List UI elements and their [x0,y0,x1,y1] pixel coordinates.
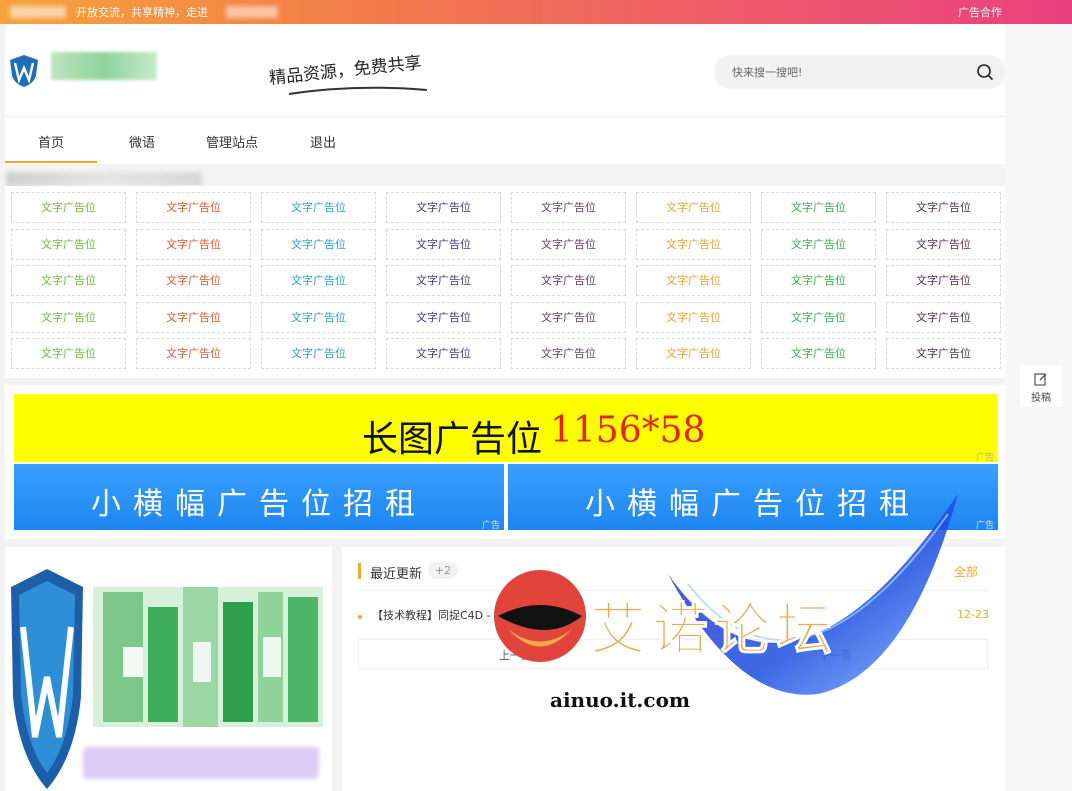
long-banner-size: 1156*58 [550,410,706,451]
blurred-notice [6,172,202,186]
text-ad-slot[interactable]: 文字广告位 [511,338,626,369]
bullet-dot [358,615,362,619]
text-ad-slot[interactable]: 文字广告位 [636,338,751,369]
text-ad-slot[interactable]: 文字广告位 [886,228,1001,260]
text-ad-slot[interactable]: 文字广告位 [511,192,626,223]
text-ad-grid: 文字广告位 文字广告位 文字广告位 文字广告位 文字广告位 文字广告位 文字广告位 文字广告位… [5,186,1005,378]
text-ad-slot[interactable]: 文字广告位 [261,192,376,223]
text-ad-slot[interactable]: 文字广告位 [136,265,251,296]
blurred-caption [83,747,319,779]
right-gutter [1005,24,1072,791]
text-ad-slot[interactable]: 文字广告位 [136,192,251,223]
text-ad-slot[interactable]: 文字广告位 [761,265,876,296]
slogan-image: 精品资源，免费共享 [268,53,428,95]
prev-page-button[interactable]: 上一页 [499,647,532,663]
recent-item-date: 12-23 [957,608,989,621]
text-ad-slot[interactable]: 文字广告位 [386,228,501,260]
text-ad-slot[interactable]: 文字广告位 [886,192,1001,223]
recent-updates-card: 最近更新 +2 全部 【技术教程】同捉C4D - PS潮流海报系列课 12-23… [342,547,1005,791]
forum-watermark-url: ainuo.it.com [550,688,691,712]
text-ad-slot[interactable]: 文字广告位 [761,338,876,369]
small-banner-ad-left[interactable]: 小横幅广告位招租 广告 [14,464,504,530]
long-banner-ad[interactable]: 长图广告位 1156*58 广告 [14,394,998,463]
text-ad-slot[interactable]: 文字广告位 [261,228,376,260]
text-ad-slot[interactable]: 文字广告位 [761,228,876,260]
small-banner-text: 小横幅广告位招租 [585,487,921,522]
text-ad-slot[interactable]: 文字广告位 [636,192,751,223]
small-banner-ad-right[interactable]: 小横幅广告位招租 广告 [508,464,998,530]
profile-card [5,547,332,791]
recent-title: 最近更新 [370,567,423,582]
text-ad-slot[interactable]: 文字广告位 [11,192,126,223]
text-ad-slot[interactable]: 文字广告位 [511,265,626,296]
text-ad-slot[interactable]: 文字广告位 [136,301,251,333]
edit-icon [1034,373,1047,386]
text-ad-slot[interactable]: 文字广告位 [636,265,751,296]
small-banner-text: 小横幅广告位招租 [91,487,427,522]
text-ad-slot[interactable]: 文字广告位 [11,265,126,296]
ad-cooperation-link[interactable]: 广告合作 [958,4,1002,20]
text-ad-slot[interactable]: 文字广告位 [386,192,501,223]
big-logo-shield-icon [11,569,83,789]
view-all-link[interactable]: 全部 [954,563,978,580]
text-ad-slot[interactable]: 文字广告位 [636,301,751,333]
text-ad-slot[interactable]: 文字广告位 [511,301,626,333]
text-ad-slot[interactable]: 文字广告位 [261,338,376,369]
text-ad-slot[interactable]: 文字广告位 [11,338,126,369]
text-ad-slot[interactable]: 文字广告位 [11,301,126,333]
section-marker [358,563,361,579]
text-ad-slot[interactable]: 文字广告位 [261,301,376,333]
text-ad-slot[interactable]: 文字广告位 [636,228,751,260]
text-ad-slot[interactable]: 文字广告位 [761,301,876,333]
main-nav: 首页 微语 管理站点 退出 [5,116,1005,164]
forum-watermark-text: 艾诺论坛 [590,598,838,664]
nav-admin[interactable]: 管理站点 [206,132,258,151]
text-ad-slot[interactable]: 文字广告位 [386,265,501,296]
top-bar: 开放交流，共享精神，走进 广告合作 [0,0,1072,24]
text-ad-slot[interactable]: 文字广告位 [136,338,251,369]
svg-text:精品资源，免费共享: 精品资源，免费共享 [268,53,422,89]
recent-item-link[interactable]: 【技术教程】同捉C4D - PS潮流海报系列课 [372,607,585,623]
text-ad-slot[interactable]: 文字广告位 [886,265,1001,296]
logo-shield-icon[interactable] [9,54,39,88]
search-box [714,55,1006,89]
site-header: 精品资源，免费共享 首页 微语 管理站点 退出 [5,24,1006,164]
search-icon[interactable] [976,63,994,81]
blurred-avatar [93,587,323,727]
nav-active-indicator [5,161,97,163]
ad-tag: 广告 [976,521,995,530]
text-ad-slot[interactable]: 文字广告位 [511,228,626,260]
long-banner-text: 长图广告位 [362,419,543,460]
text-ad-slot[interactable]: 文字广告位 [11,228,126,260]
text-ad-slot[interactable]: 文字广告位 [886,301,1001,333]
welcome-text: 开放交流，共享精神，走进 [76,6,208,19]
text-ad-slot[interactable]: 文字广告位 [261,265,376,296]
text-ad-slot[interactable]: 文字广告位 [386,338,501,369]
banner-block: 长图广告位 1156*58 广告 小横幅广告位招租 广告 小横幅广告位招租 广告 [5,385,1005,539]
nav-logout[interactable]: 退出 [310,132,336,151]
submit-post-button[interactable]: 投稿 [1020,365,1062,407]
blurred-text [226,6,278,18]
ad-tag: 广告 [976,453,995,463]
search-input[interactable] [732,64,962,80]
text-ad-slot[interactable]: 文字广告位 [136,228,251,260]
submit-label: 投稿 [1031,393,1051,404]
nav-home[interactable]: 首页 [38,132,64,151]
text-ad-slot[interactable]: 文字广告位 [386,301,501,333]
ad-tag: 广告 [482,521,501,530]
site-name-blurred [51,52,157,80]
nav-weiyu[interactable]: 微语 [129,132,155,151]
text-ad-slot[interactable]: 文字广告位 [761,192,876,223]
recent-count-badge: +2 [428,562,458,579]
blurred-text [10,6,66,18]
text-ad-slot[interactable]: 文字广告位 [886,338,1001,369]
